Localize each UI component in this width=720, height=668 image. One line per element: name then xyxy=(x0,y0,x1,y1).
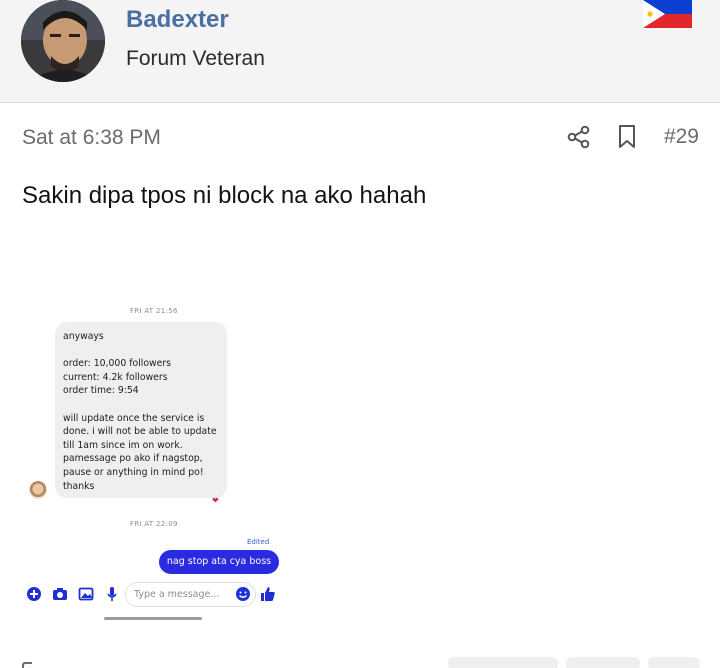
image-icon xyxy=(78,587,94,601)
outgoing-message-bubble: nag stop ata cya boss xyxy=(159,550,279,574)
post-timestamp[interactable]: Sat at 6:38 PM xyxy=(22,126,161,150)
like-button[interactable] xyxy=(448,657,558,668)
share-icon xyxy=(567,125,590,149)
camera-icon xyxy=(53,588,67,600)
post-body-text: Sakin dipa tpos ni block na ako hahah xyxy=(22,182,427,209)
post-number-link[interactable]: #29 xyxy=(664,125,699,149)
bookmark-button[interactable] xyxy=(616,124,664,150)
username-link[interactable]: Badexter xyxy=(126,6,229,34)
user-title: Forum Veteran xyxy=(126,47,265,70)
thumbs-up-icon xyxy=(261,587,275,601)
incoming-message-bubble: anyways order: 10,000 followers current:… xyxy=(55,322,227,498)
home-indicator xyxy=(104,617,202,620)
share-button[interactable] xyxy=(566,124,616,150)
attached-chat-screenshot[interactable]: FRI AT 21:56 anyways order: 10,000 follo… xyxy=(22,300,292,630)
microphone-icon xyxy=(107,587,117,601)
chat-timestamp: FRI AT 21:56 xyxy=(130,307,178,315)
contact-avatar xyxy=(29,481,47,499)
edited-label: Edited xyxy=(247,538,270,546)
chat-timestamp: FRI AT 22:09 xyxy=(130,520,178,528)
plus-circle-icon xyxy=(27,587,41,601)
philippines-flag-icon xyxy=(643,0,692,28)
heart-reaction: ❤ xyxy=(212,496,219,505)
bookmark-icon xyxy=(618,125,635,148)
post-actions: #29 xyxy=(566,124,699,150)
emoji-icon xyxy=(236,587,250,601)
quote-button[interactable] xyxy=(566,657,640,668)
user-avatar[interactable] xyxy=(21,0,105,82)
reply-button[interactable] xyxy=(648,657,700,668)
chat-composer: Type a message... xyxy=(22,582,292,608)
reply-arrow-icon[interactable] xyxy=(22,662,32,668)
user-header: Badexter Forum Veteran xyxy=(0,0,720,103)
